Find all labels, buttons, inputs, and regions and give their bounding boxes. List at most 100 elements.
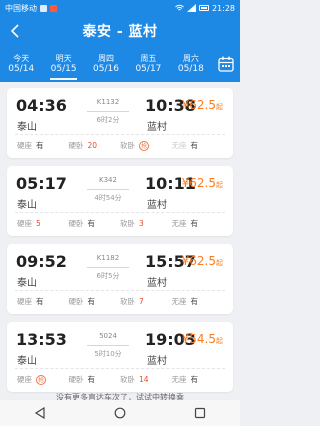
seat-count: 有 xyxy=(190,141,199,150)
seat-name: 硬卧 xyxy=(68,141,84,150)
price: ¥54.5起 xyxy=(182,332,223,346)
train-card[interactable]: 04:36 泰山 K1132 6时2分 10:38 蓝村 ¥62.5起 硬座有 … xyxy=(7,88,233,158)
date-tab-today[interactable]: 今天 05/14 xyxy=(0,46,42,82)
seat-count: 有 xyxy=(87,219,96,228)
nav-back-button[interactable] xyxy=(33,406,47,420)
seat-hard-seat: 硬座抢 xyxy=(17,374,69,385)
seat-hard-seat: 硬座 5 xyxy=(17,218,69,229)
seat-soft-sleeper: 软卧 3 xyxy=(120,218,172,229)
seat-availability: 硬座 5 硬卧有 软卧 3 无座有 xyxy=(17,218,223,229)
departure-station: 泰山 xyxy=(17,200,37,211)
route-line xyxy=(87,189,129,190)
train-number: K1182 xyxy=(96,254,120,262)
seat-count: 有 xyxy=(87,375,96,384)
seat-soft-sleeper: 软卧抢 xyxy=(120,140,172,151)
seat-name: 软卧 xyxy=(120,297,135,306)
train-number: K1132 xyxy=(96,98,120,106)
departure-station: 泰山 xyxy=(17,122,37,133)
train-number: 5024 xyxy=(99,332,117,340)
seat-count: 14 xyxy=(139,375,149,384)
route-line xyxy=(87,111,129,112)
circle-home-icon xyxy=(114,407,126,419)
route-line xyxy=(87,345,129,346)
nav-home-button[interactable] xyxy=(113,406,127,420)
seat-name: 硬座 xyxy=(17,219,32,228)
price-suffix: 起 xyxy=(216,103,223,111)
message-icon xyxy=(40,4,47,12)
seat-availability: 硬座抢 硬卧有 软卧 14 无座有 xyxy=(17,374,223,385)
travel-duration: 6时5分 xyxy=(96,272,120,280)
page-title: 泰安 - 蓝村 xyxy=(82,24,158,40)
card-divider xyxy=(15,212,225,213)
arrival-station: 蓝村 xyxy=(147,122,167,133)
carrier-label: 中国移动 xyxy=(5,3,37,13)
seat-name: 无座 xyxy=(171,219,187,228)
status-right: 21:28 xyxy=(175,4,235,13)
seat-hard-sleeper: 硬卧 20 xyxy=(69,140,121,151)
seat-availability: 硬座有 硬卧 20 软卧抢 无座有 xyxy=(17,140,223,151)
seat-name: 软卧 xyxy=(120,375,135,384)
price-value: ¥62.5 xyxy=(181,98,216,112)
price: ¥62.5起 xyxy=(182,176,223,190)
wifi-icon xyxy=(175,4,184,11)
calendar-button[interactable] xyxy=(217,55,235,73)
train-card[interactable]: 13:53 泰山 5024 5时10分 19:03 蓝村 ¥54.5起 硬座抢 … xyxy=(7,322,233,392)
date-tab-thursday[interactable]: 周四 05/16 xyxy=(85,46,127,82)
departure-time: 04:36 xyxy=(16,96,67,115)
calendar-icon xyxy=(218,56,234,72)
seat-name: 硬座 xyxy=(17,141,32,150)
arrival-station: 蓝村 xyxy=(147,200,167,211)
triangle-back-icon xyxy=(34,407,45,419)
seat-name: 无座 xyxy=(171,297,187,306)
departure-time: 13:53 xyxy=(16,330,67,349)
status-bar: 中国移动 21:28 xyxy=(0,0,240,16)
seat-count: 20 xyxy=(87,141,98,150)
seat-name: 硬卧 xyxy=(68,375,84,384)
signal-icon xyxy=(186,4,196,12)
date-tab-saturday[interactable]: 周六 05/18 xyxy=(170,46,212,82)
date-tab-friday[interactable]: 周五 05/17 xyxy=(127,46,169,82)
train-card[interactable]: 09:52 泰山 K1182 6时5分 15:57 蓝村 ¥62.5起 硬座有 … xyxy=(7,244,233,314)
seat-name: 无座 xyxy=(171,141,187,150)
card-divider xyxy=(15,368,225,369)
price-suffix: 起 xyxy=(216,181,223,189)
travel-duration: 4时54分 xyxy=(94,194,122,202)
date-tab-day: 周五 xyxy=(140,54,157,63)
seat-name: 软卧 xyxy=(120,219,135,228)
date-tab-date: 05/16 xyxy=(93,64,119,74)
train-card[interactable]: 05:17 泰山 K342 4时54分 10:11 蓝村 ¥62.5起 硬座 5 … xyxy=(7,166,233,236)
seat-hard-sleeper: 硬卧有 xyxy=(69,296,121,307)
grab-ticket-badge[interactable]: 抢 xyxy=(139,140,149,151)
card-divider xyxy=(15,134,225,135)
seat-hard-seat: 硬座有 xyxy=(17,296,69,307)
clock: 21:28 xyxy=(211,3,235,13)
seat-name: 硬卧 xyxy=(68,297,84,306)
date-tab-day: 今天 xyxy=(13,54,30,63)
arrival-station: 蓝村 xyxy=(147,278,167,289)
price-value: ¥62.5 xyxy=(181,254,216,268)
date-tab-date: 05/18 xyxy=(177,64,204,74)
seat-name: 硬座 xyxy=(17,375,32,384)
price: ¥62.5起 xyxy=(182,254,223,268)
card-divider xyxy=(15,290,225,291)
system-nav-bar xyxy=(0,400,240,426)
grab-ticket-badge[interactable]: 抢 xyxy=(36,374,46,385)
seat-name: 硬座 xyxy=(17,297,32,306)
date-tab-tomorrow[interactable]: 明天 05/15 xyxy=(42,46,84,82)
route-line xyxy=(87,267,129,268)
travel-duration: 5时10分 xyxy=(94,350,122,358)
seat-standing: 无座有 xyxy=(172,296,224,307)
app-notification-icon xyxy=(50,4,57,12)
title-bar: 泰安 - 蓝村 xyxy=(0,16,240,46)
back-button[interactable] xyxy=(6,22,24,40)
seat-availability: 硬座有 硬卧有 软卧 7 无座有 xyxy=(17,296,223,307)
chevron-left-icon xyxy=(10,24,19,38)
seat-count: 3 xyxy=(139,219,144,228)
square-recents-icon xyxy=(194,407,206,419)
price: ¥62.5起 xyxy=(182,98,223,112)
date-tab-date: 05/14 xyxy=(8,64,35,74)
seat-count: 有 xyxy=(87,297,96,306)
seat-count: 有 xyxy=(36,141,44,150)
price-suffix: 起 xyxy=(216,337,223,345)
nav-recents-button[interactable] xyxy=(193,406,207,420)
